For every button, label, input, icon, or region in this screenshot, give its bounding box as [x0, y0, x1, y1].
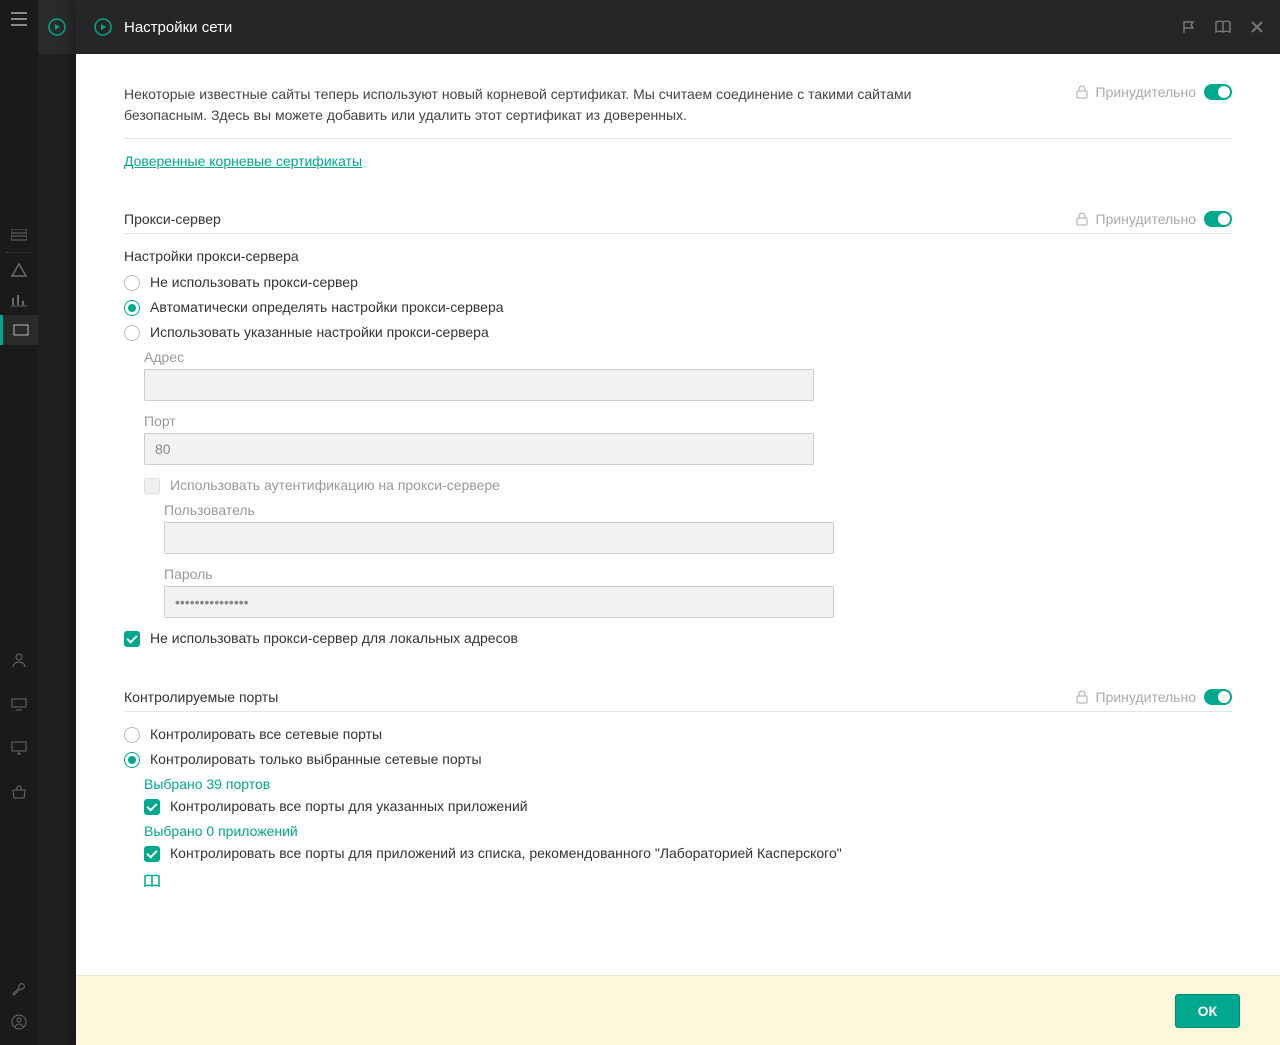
user-label: Пользователь: [164, 502, 1232, 518]
proxy-opt-none[interactable]: Не использовать прокси-сервер: [124, 274, 1232, 291]
radio-label: Не использовать прокси-сервер: [150, 274, 358, 290]
flag-icon[interactable]: [1174, 12, 1204, 42]
forced-label: Принудительно: [1096, 689, 1196, 705]
address-label: Адрес: [144, 349, 1232, 365]
proxy-settings-label: Настройки прокси-сервера: [124, 248, 1232, 264]
radio-icon: [124, 752, 140, 768]
password-input[interactable]: [164, 586, 834, 618]
radio-label: Контролировать все сетевые порты: [150, 726, 382, 742]
checkbox-icon: [144, 799, 160, 815]
rail-dashboard-icon[interactable]: [0, 220, 38, 250]
radio-label: Автоматически определять настройки прокс…: [150, 299, 504, 315]
lock-icon: [1076, 212, 1088, 226]
book-icon[interactable]: [144, 874, 160, 888]
ports-section: Контролируемые порты Принудительно Контр…: [124, 689, 1232, 891]
check-apps-ports[interactable]: Контролировать все порты для указанных п…: [144, 798, 1232, 815]
ports-forced-toggle[interactable]: [1204, 689, 1232, 705]
forced-label: Принудительно: [1096, 211, 1196, 227]
radio-icon: [124, 275, 140, 291]
globe-play-icon: [94, 18, 112, 36]
radio-icon: [124, 325, 140, 341]
address-input[interactable]: [144, 369, 814, 401]
checkbox-icon: [144, 846, 160, 862]
modal-body: Некоторые известные сайты теперь использ…: [76, 54, 1280, 975]
ok-button[interactable]: ОК: [1175, 994, 1240, 1028]
proxy-title: Прокси-сервер: [124, 211, 1076, 227]
radio-icon: [124, 300, 140, 316]
left-rail: [0, 0, 38, 1045]
network-settings-modal: Настройки сети Некоторые известные сайты: [76, 0, 1280, 1045]
checkbox-label: Не использовать прокси-сервер для локаль…: [150, 630, 518, 646]
rail-device-icon[interactable]: [0, 689, 38, 719]
checkbox-label: Использовать аутентификацию на прокси-се…: [170, 477, 500, 493]
help-book-icon[interactable]: [1208, 12, 1238, 42]
password-label: Пароль: [164, 566, 1232, 582]
forced-label: Принудительно: [1096, 84, 1196, 100]
checkbox-label: Контролировать все порты для указанных п…: [170, 798, 528, 814]
rail-settings-icon[interactable]: [0, 315, 38, 345]
selected-apps-link[interactable]: Выбрано 0 приложений: [144, 823, 1232, 839]
checkbox-icon: [144, 478, 160, 494]
rail-user-icon[interactable]: [0, 645, 38, 675]
port-input[interactable]: [144, 433, 814, 465]
proxy-section: Прокси-сервер Принудительно Настройки пр…: [124, 211, 1232, 647]
bypass-local-check[interactable]: Не использовать прокси-сервер для локаль…: [124, 630, 1232, 647]
ports-opt-selected[interactable]: Контролировать только выбранные сетевые …: [124, 751, 1232, 768]
radio-icon: [124, 727, 140, 743]
rail-basket-icon[interactable]: [0, 777, 38, 807]
checkbox-label: Контролировать все порты для приложений …: [170, 845, 842, 861]
port-label: Порт: [144, 413, 1232, 429]
check-kaspersky-list[interactable]: Контролировать все порты для приложений …: [144, 845, 1232, 862]
rail-monitor-icon[interactable]: [0, 733, 38, 763]
rail-account-icon[interactable]: [0, 1007, 38, 1037]
play-circle-icon[interactable]: [38, 0, 76, 54]
rail-wrench-icon[interactable]: [0, 975, 38, 1005]
user-input[interactable]: [164, 522, 834, 554]
checkbox-icon: [124, 631, 140, 647]
cert-forced-toggle[interactable]: [1204, 84, 1232, 100]
proxy-forced-group: Принудительно: [1076, 211, 1232, 227]
modal-header: Настройки сети: [76, 0, 1280, 54]
lock-icon: [1076, 85, 1088, 99]
radio-label: Контролировать только выбранные сетевые …: [150, 751, 482, 767]
proxy-opt-manual[interactable]: Использовать указанные настройки прокси-…: [124, 324, 1232, 341]
proxy-forced-toggle[interactable]: [1204, 211, 1232, 227]
rail-stats-icon[interactable]: [0, 285, 38, 315]
proxy-auth-check[interactable]: Использовать аутентификацию на прокси-се…: [144, 477, 1232, 494]
modal-footer: ОК: [76, 975, 1280, 1045]
ports-forced-group: Принудительно: [1076, 689, 1232, 705]
radio-label: Использовать указанные настройки прокси-…: [150, 324, 489, 340]
cert-forced-group: Принудительно: [1076, 84, 1232, 100]
ports-opt-all[interactable]: Контролировать все сетевые порты: [124, 726, 1232, 743]
ports-title: Контролируемые порты: [124, 689, 1076, 705]
modal-title: Настройки сети: [124, 19, 232, 36]
rail-alert-icon[interactable]: [0, 255, 38, 285]
cert-description: Некоторые известные сайты теперь использ…: [124, 84, 984, 126]
trusted-cert-link[interactable]: Доверенные корневые сертификаты: [124, 153, 362, 169]
selected-ports-link[interactable]: Выбрано 39 портов: [144, 776, 1232, 792]
lock-icon: [1076, 690, 1088, 704]
trusted-cert-section: Некоторые известные сайты теперь использ…: [124, 84, 1232, 169]
close-icon[interactable]: [1242, 12, 1272, 42]
proxy-opt-auto[interactable]: Автоматически определять настройки прокс…: [124, 299, 1232, 316]
hamburger-icon[interactable]: [0, 4, 38, 34]
